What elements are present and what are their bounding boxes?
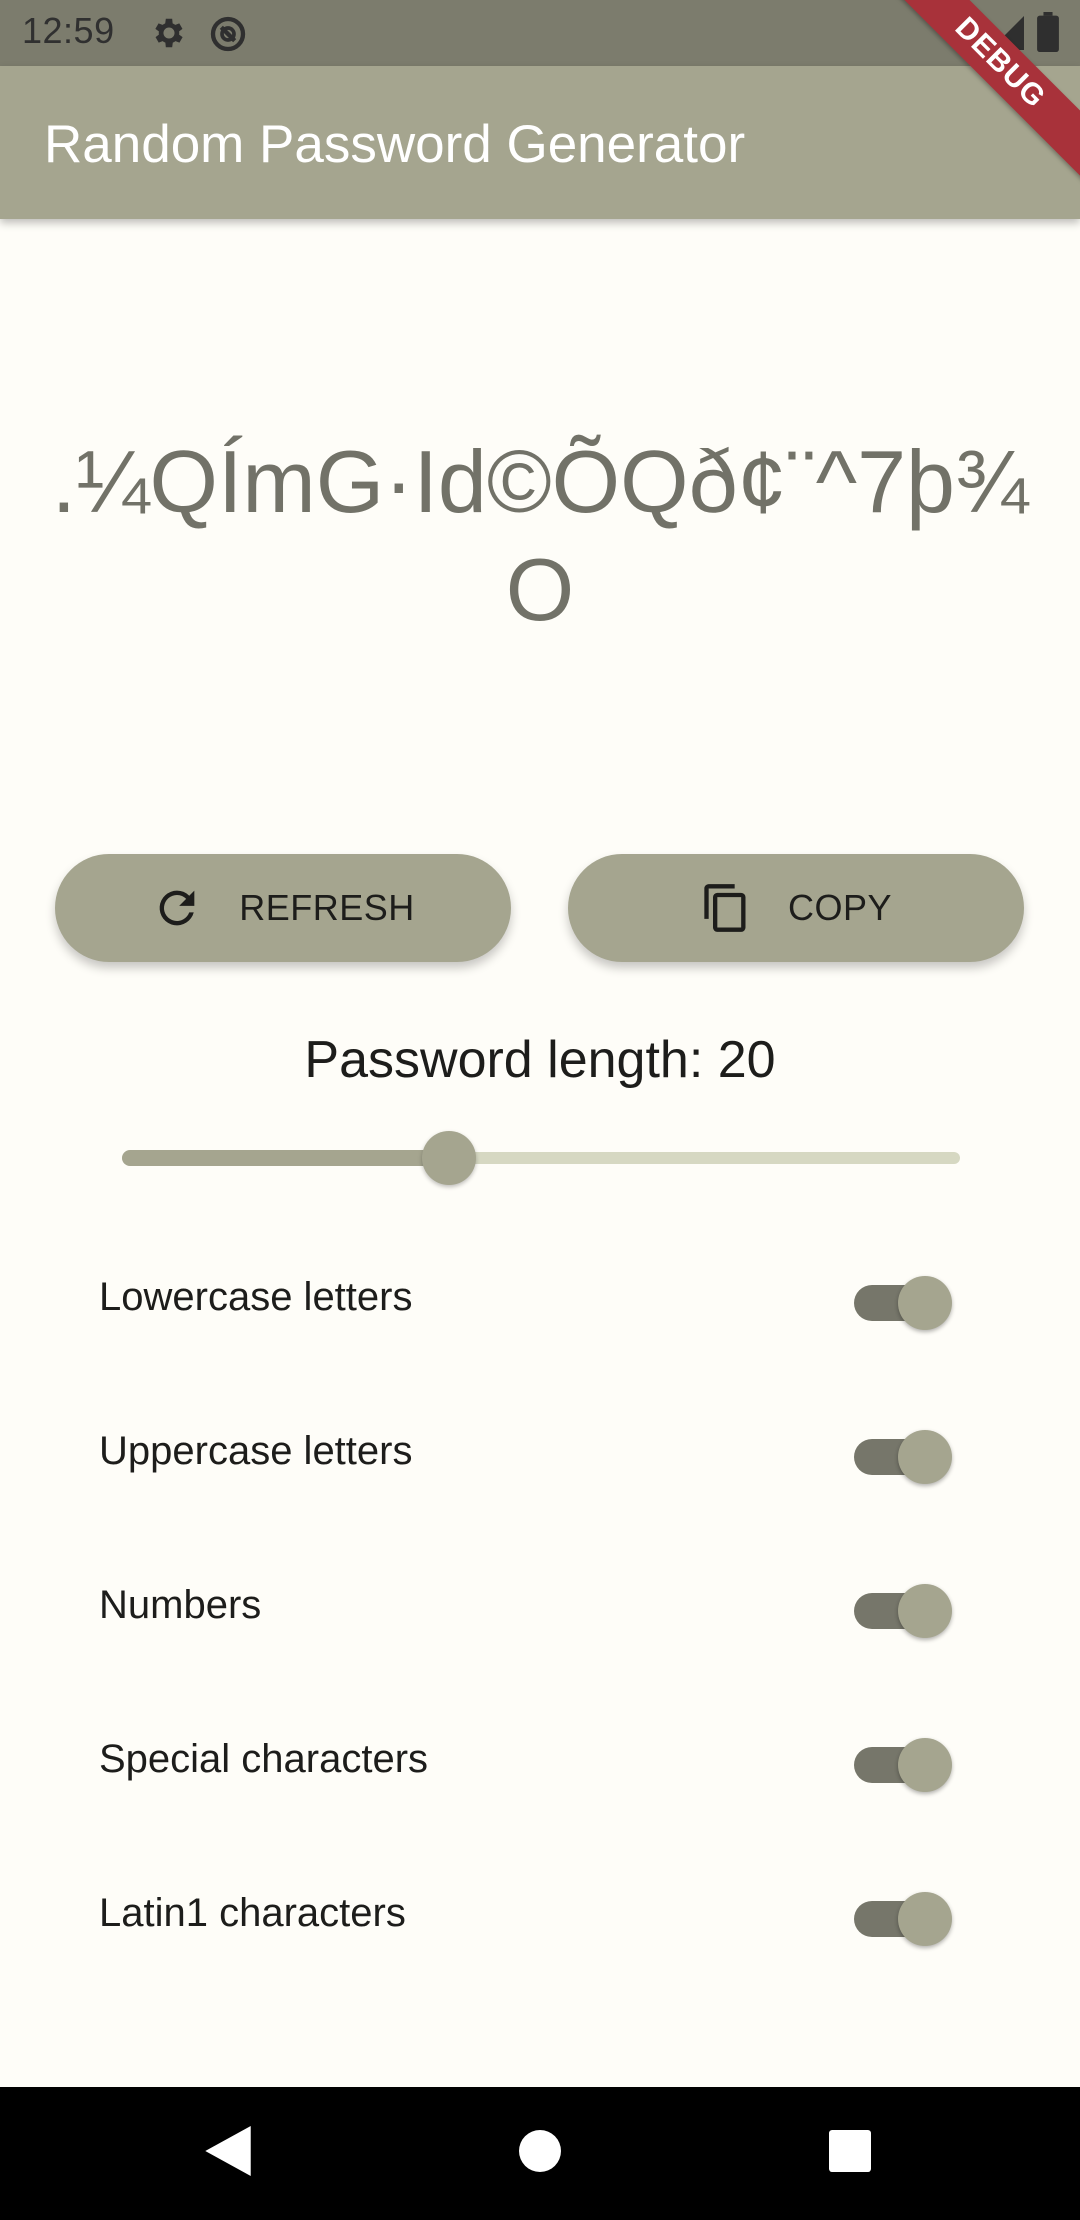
numbers-switch[interactable] [852,1584,952,1638]
option-label: Special characters [99,1737,429,1781]
option-lowercase: Lowercase letters [0,1251,1080,1351]
refresh-button-label: REFRESH [239,887,415,928]
refresh-button[interactable]: REFRESH [55,854,511,962]
generated-password: .¼QÍmG·Id©ÕQð¢¨^7þ¾O [51,432,1029,639]
option-label: Latin1 characters [99,1891,406,1935]
status-time: 12:59 [22,10,115,51]
special-switch[interactable] [852,1738,952,1792]
slider-active-track [122,1150,449,1166]
back-button[interactable] [148,2087,308,2220]
app-screen: 12:59 DEBUG Random Password Generator .¼… [0,0,1080,2220]
switch-thumb [898,1584,952,1638]
copy-button-label: COPY [787,887,893,928]
recents-icon [829,2130,871,2177]
switch-thumb [898,1892,952,1946]
switch-thumb [898,1430,952,1484]
option-special: Special characters [0,1713,1080,1813]
home-button[interactable] [460,2087,620,2220]
gear-icon [150,14,188,57]
option-uppercase: Uppercase letters [0,1405,1080,1505]
switch-thumb [898,1276,952,1330]
option-latin1: Latin1 characters [0,1867,1080,1967]
latin1-switch[interactable] [852,1892,952,1946]
app-title: Random Password Generator [44,115,746,174]
option-label: Uppercase letters [99,1429,413,1473]
option-label: Lowercase letters [99,1275,413,1319]
data-saver-icon [208,14,248,59]
navigation-bar [0,2087,1080,2220]
option-label: Numbers [99,1583,262,1627]
refresh-icon [151,878,203,938]
app-bar: Random Password Generator [0,66,1080,219]
password-length-label: Password length: 20 [304,1031,776,1089]
copy-icon [700,878,752,938]
slider-thumb[interactable] [422,1131,476,1185]
lowercase-switch[interactable] [852,1276,952,1330]
option-numbers: Numbers [0,1559,1080,1659]
back-icon [205,2126,251,2181]
copy-button[interactable]: COPY [568,854,1024,962]
uppercase-switch[interactable] [852,1430,952,1484]
recents-button[interactable] [770,2087,930,2220]
switch-thumb [898,1738,952,1792]
home-icon [519,2130,561,2177]
battery-icon [1036,12,1060,57]
password-length-slider[interactable] [122,1130,960,1186]
